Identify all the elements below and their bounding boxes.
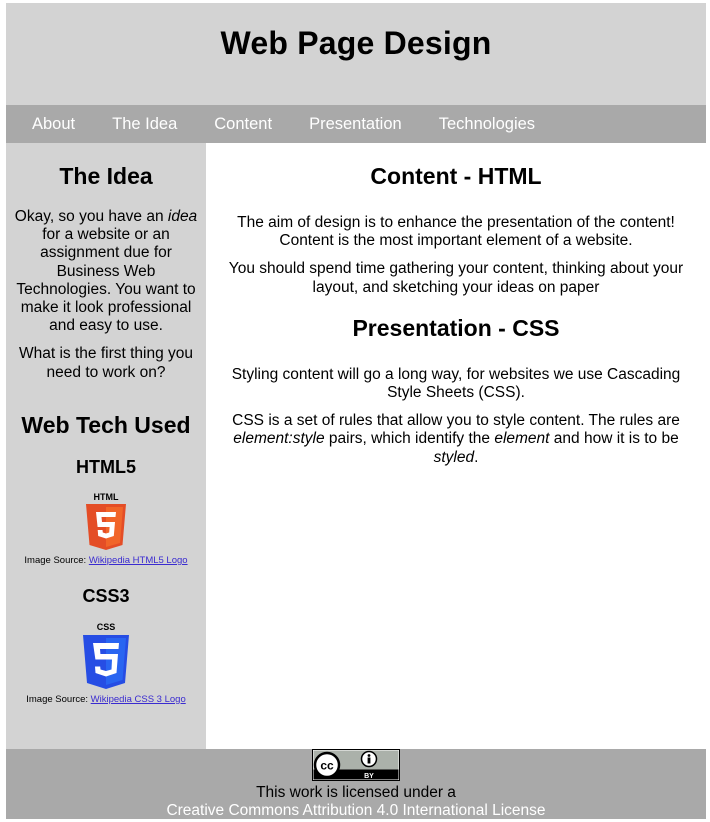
sidebar: The Idea Okay, so you have an idea for a… (6, 143, 206, 749)
html5-source-label: Image Source: (24, 554, 89, 566)
html5-five-glyph (96, 511, 116, 539)
css3-source-link[interactable]: Wikipedia CSS 3 Logo (91, 694, 186, 705)
cc-text: cc (320, 759, 334, 773)
presentation-paragraph-2: CSS is a set of rules that allow you to … (218, 412, 694, 467)
css3-source-label: Image Source: (26, 693, 91, 705)
html5-heading: HTML5 (76, 456, 136, 477)
cc-license-badge[interactable]: cc BY (312, 749, 400, 786)
site-footer: cc BY This work is licensed under a Crea… (6, 749, 706, 819)
main-content: Content - HTML The aim of design is to e… (206, 143, 706, 749)
idea-text-a: Okay, so you have an (14, 208, 168, 225)
nav-link-the-idea[interactable]: The Idea (112, 105, 177, 143)
by-person-head (367, 754, 371, 757)
presentation-em-styled: styled (433, 448, 475, 466)
site-header: Web Page Design (6, 3, 706, 105)
presentation-text-c: and how it is to be (549, 430, 679, 448)
html5-logo-icon: HTML (86, 492, 126, 550)
web-tech-heading: Web Tech Used (21, 411, 191, 438)
presentation-heading: Presentation - CSS (352, 314, 560, 341)
presentation-em-element: element (494, 430, 550, 448)
license-intro-text: This work is licensed under a (256, 784, 456, 801)
nav-link-about[interactable]: About (32, 105, 75, 143)
presentation-text-d: . (474, 448, 479, 466)
html5-logo-label: HTML (94, 492, 119, 502)
idea-question: What is the first thing you need to work… (18, 345, 194, 381)
page: Web Page Design About The Idea Content P… (6, 3, 706, 819)
content-paragraph-1: The aim of design is to enhance the pres… (237, 214, 675, 250)
idea-text-b: for a website or an assignment due for B… (16, 226, 196, 335)
cc-by-icon: cc BY (312, 749, 400, 781)
by-text: BY (364, 773, 374, 780)
content-paragraph-2: You should spend time gathering your con… (228, 260, 684, 296)
css3-heading: CSS3 (82, 585, 130, 606)
css3-image-source: Image Source: Wikipedia CSS 3 Logo (14, 694, 198, 705)
presentation-text-a: CSS is a set of rules that allow you to … (232, 412, 680, 430)
presentation-em-element-style: element:style (233, 430, 325, 448)
idea-emphasis: idea (167, 208, 198, 225)
license-link[interactable]: Creative Commons Attribution 4.0 Interna… (6, 802, 706, 820)
content-row: The Idea Okay, so you have an idea for a… (6, 143, 706, 749)
idea-paragraph: Okay, so you have an idea for a website … (14, 208, 198, 335)
by-person-body (367, 757, 371, 764)
nav-link-technologies[interactable]: Technologies (439, 105, 535, 143)
css3-logo-icon: CSS (83, 622, 129, 689)
nav-link-presentation[interactable]: Presentation (309, 105, 402, 143)
presentation-text-b: pairs, which identify the (324, 430, 495, 448)
presentation-paragraph-1: Styling content will go a long way, for … (231, 365, 681, 402)
idea-heading: The Idea (59, 163, 153, 189)
content-heading: Content - HTML (370, 163, 542, 189)
css3-logo-label: CSS (97, 622, 116, 632)
main-nav: About The Idea Content Presentation Tech… (6, 105, 706, 143)
page-title: Web Page Design (220, 25, 492, 61)
html5-image-source: Image Source: Wikipedia HTML5 Logo (14, 555, 198, 566)
nav-link-content[interactable]: Content (214, 105, 272, 143)
html5-source-link[interactable]: Wikipedia HTML5 Logo (89, 555, 188, 566)
